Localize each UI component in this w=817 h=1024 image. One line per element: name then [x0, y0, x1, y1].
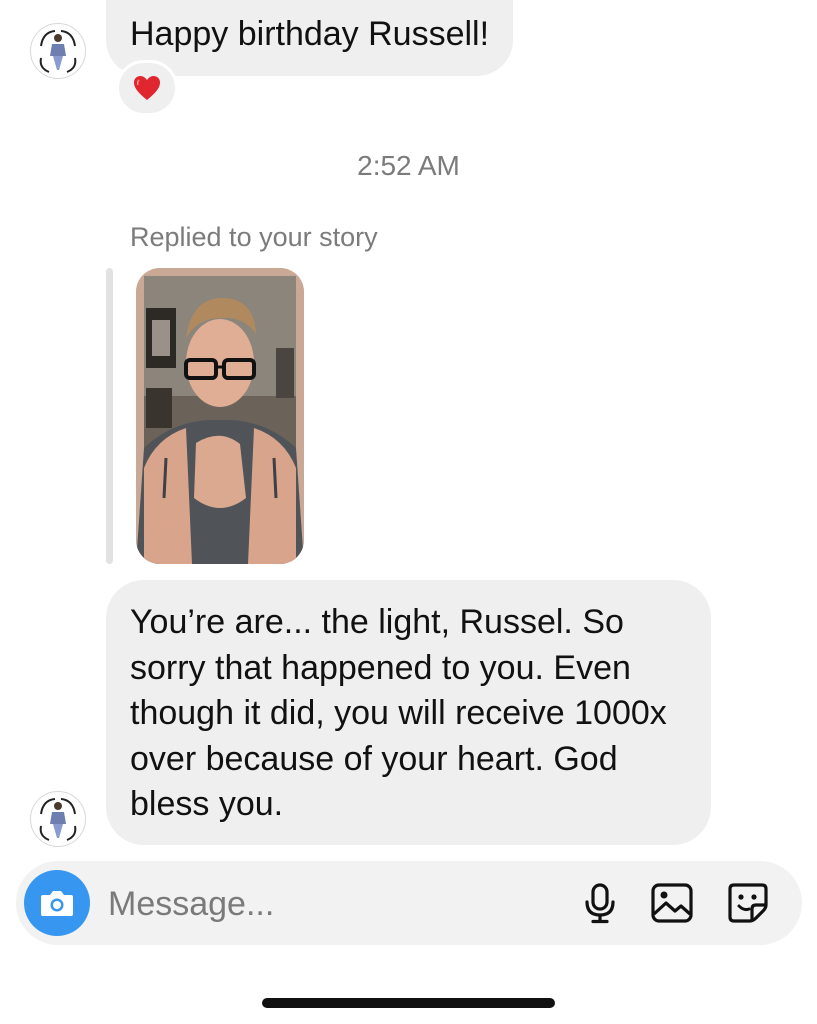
sender-avatar[interactable] — [30, 791, 86, 847]
message-timestamp: 2:52 AM — [357, 150, 460, 181]
message-bubble[interactable]: You’re are... the light, Russel. So sorr… — [106, 580, 711, 845]
sticker-icon — [728, 883, 768, 923]
sender-avatar[interactable] — [30, 23, 86, 79]
message-text: Happy birthday Russell! — [130, 15, 490, 54]
message-bubble[interactable]: Happy birthday Russell! — [106, 0, 514, 76]
microphone-icon — [585, 883, 615, 924]
home-indicator[interactable] — [262, 998, 555, 1008]
gallery-icon — [651, 883, 693, 923]
sticker-button[interactable] — [726, 881, 770, 925]
reply-quote-bar — [106, 268, 113, 564]
heart-emoji-icon — [134, 76, 160, 100]
story-reply-label: Replied to your story — [130, 222, 378, 252]
camera-button[interactable] — [24, 870, 90, 936]
message-text: You’re are... the light, Russel. So sorr… — [130, 603, 667, 823]
gallery-button[interactable] — [650, 881, 694, 925]
story-thumbnail[interactable] — [136, 268, 304, 564]
voice-message-button[interactable] — [578, 881, 622, 925]
heart-reaction[interactable] — [116, 60, 178, 116]
message-input[interactable] — [106, 879, 550, 929]
camera-icon — [41, 891, 73, 916]
message-composer — [16, 861, 802, 945]
